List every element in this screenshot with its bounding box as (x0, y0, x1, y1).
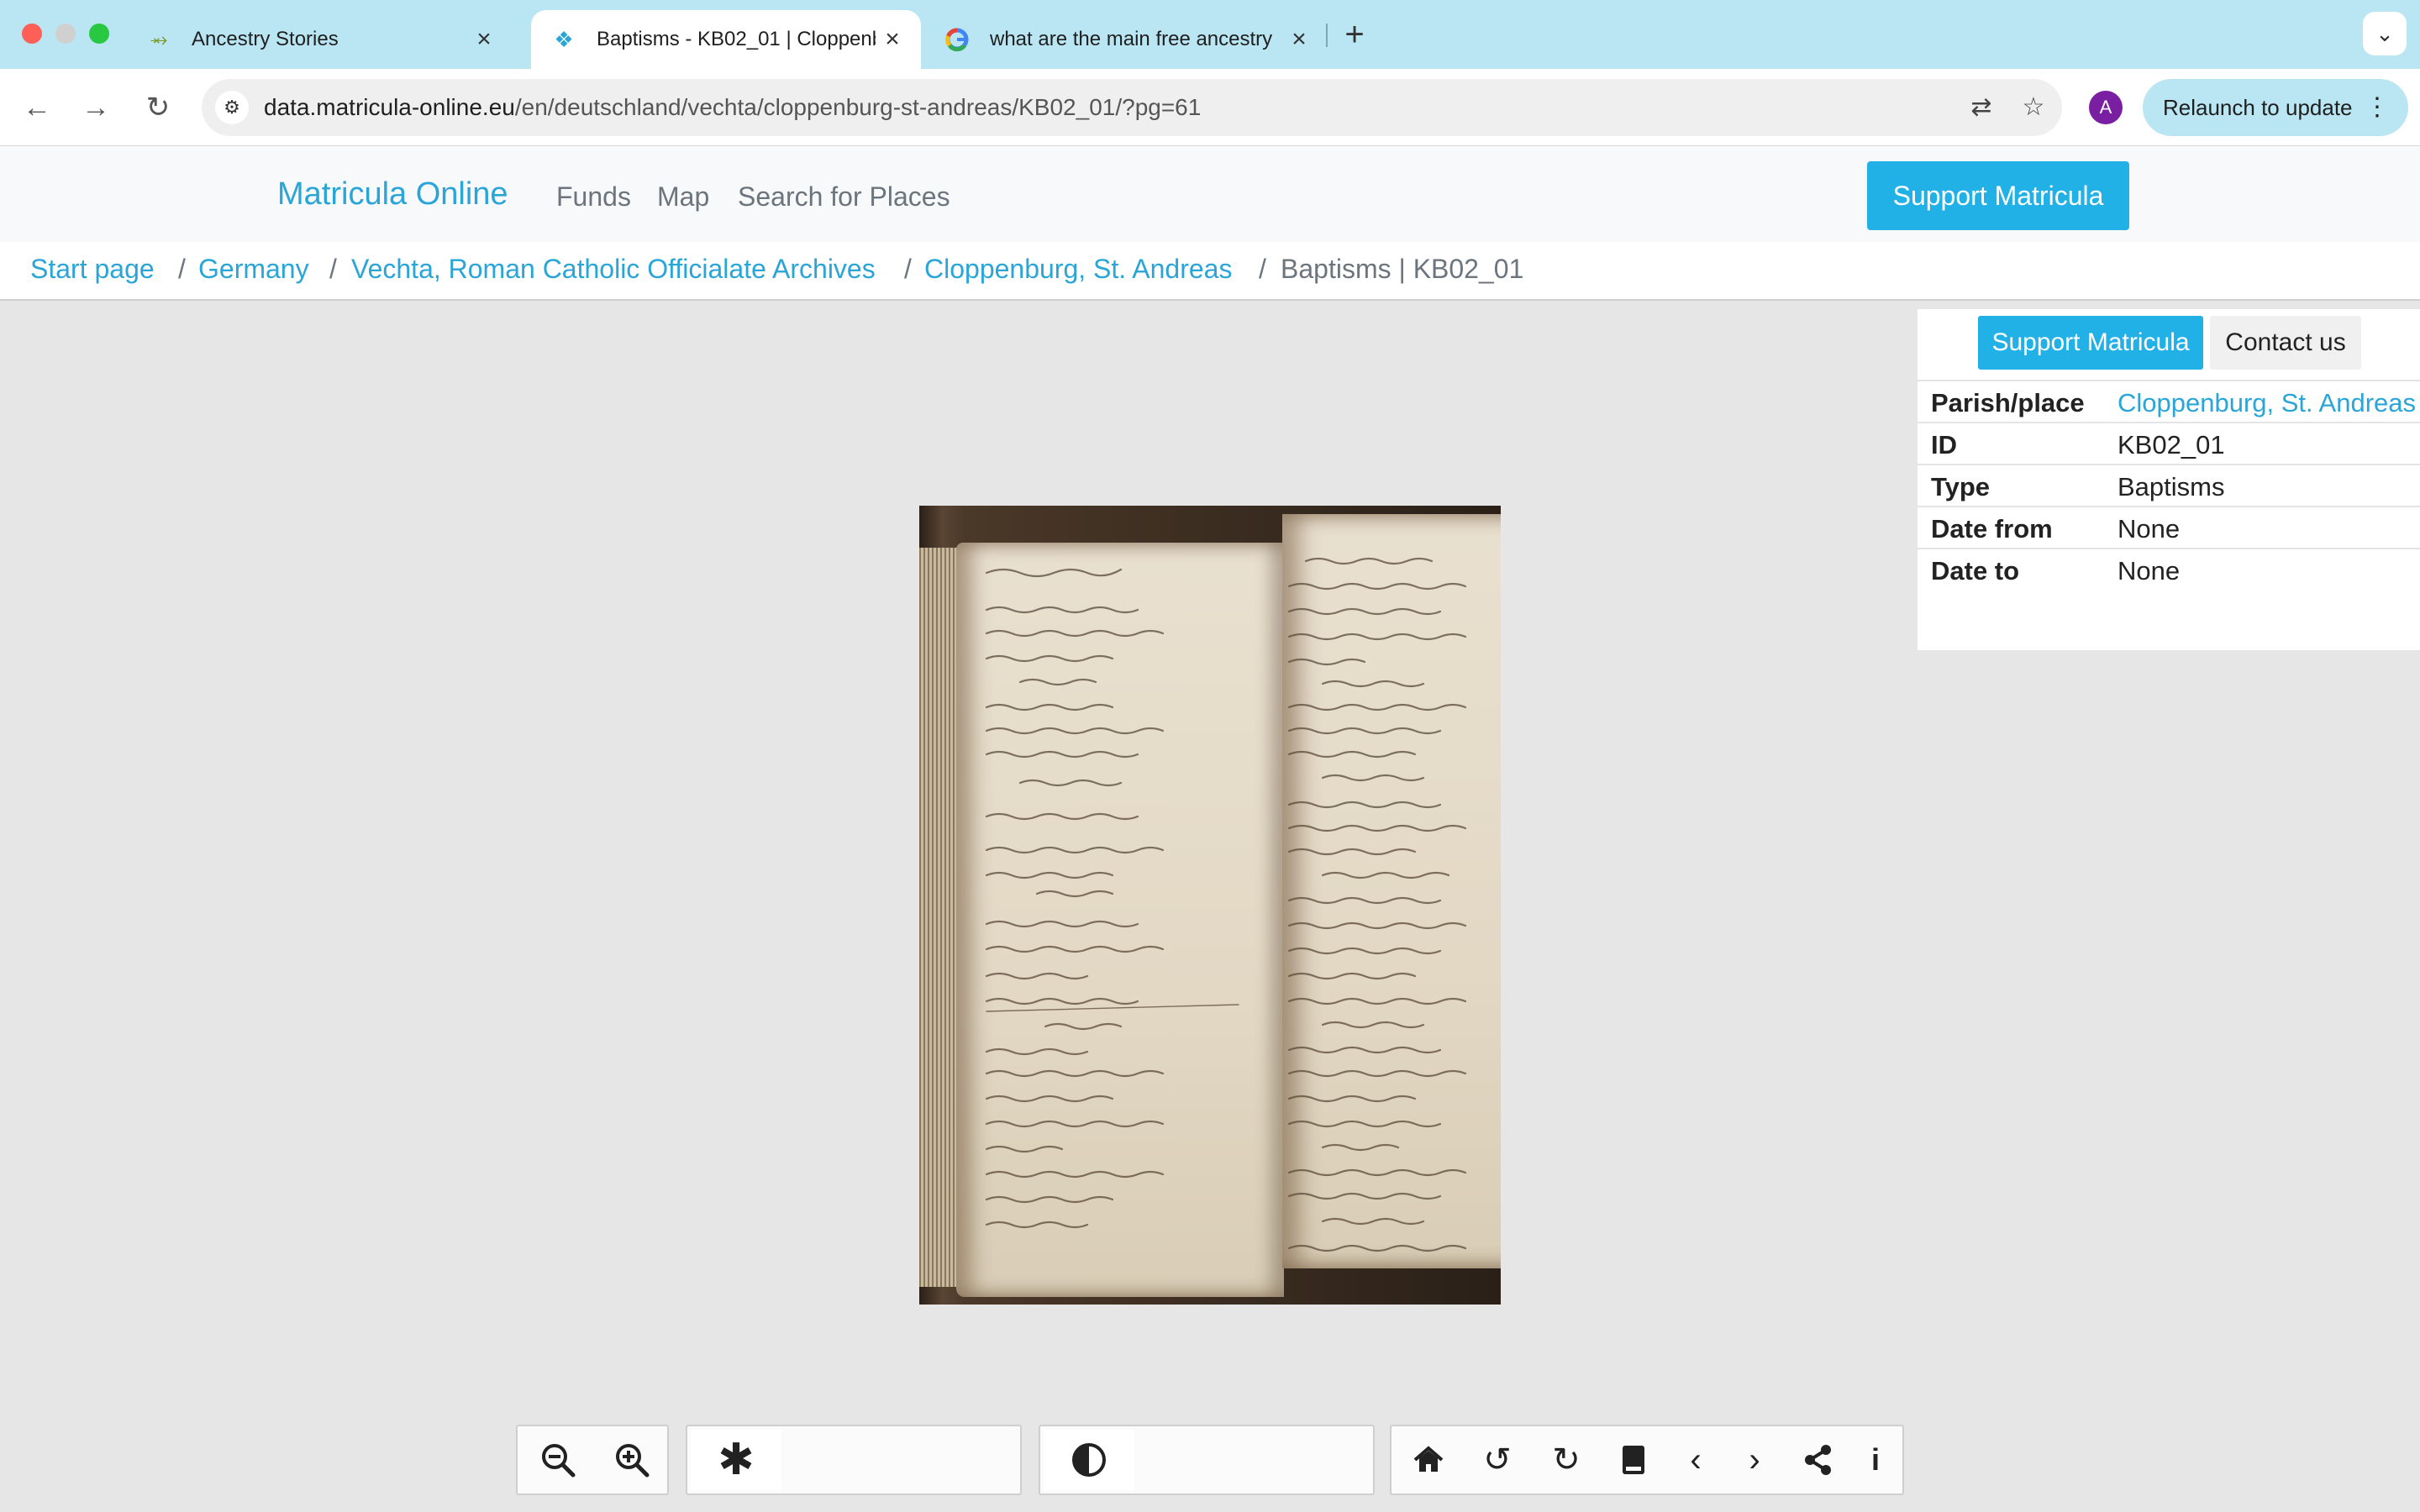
nav-map[interactable]: Map (657, 181, 709, 213)
info-row-parish: Parish/place Cloppenburg, St. Andreas (1918, 380, 2420, 422)
breadcrumb-current: Baptisms | KB02_01 (1281, 254, 1524, 284)
tab-title: what are the main free ancestry (990, 28, 1273, 50)
url-text[interactable]: data.matricula-online.eu/en/deutschland/… (264, 79, 1201, 136)
breadcrumb: Start page / Germany / Vechta, Roman Cat… (0, 242, 2420, 301)
tab-title: Ancestry Stories (192, 28, 339, 50)
address-bar[interactable]: ⚙ data.matricula-online.eu/en/deutschlan… (202, 79, 2062, 136)
window-zoom-button[interactable] (89, 24, 109, 44)
home-icon[interactable] (1407, 1438, 1450, 1482)
bookmark-star-icon[interactable]: ☆ (2017, 91, 2050, 124)
window-minimize-button[interactable] (55, 24, 76, 44)
matricula-icon: ❖ (554, 26, 574, 52)
address-toolbar: ← → ↻ ⚙ data.matricula-online.eu/en/deut… (0, 69, 2420, 146)
handwriting-lines (985, 557, 1467, 1252)
book-icon[interactable] (1612, 1438, 1655, 1482)
breadcrumb-start-page[interactable]: Start page (30, 254, 155, 285)
rotate-right-icon[interactable]: ↻ (1544, 1438, 1588, 1482)
tab-separator (1326, 24, 1328, 47)
translate-icon[interactable]: ⇄ (1965, 91, 1998, 124)
brightness-slider[interactable]: ✱ (686, 1425, 1022, 1495)
contact-us-button[interactable]: Contact us (2210, 316, 2361, 370)
breadcrumb-separator: / (178, 254, 186, 284)
info-key: ID (1931, 430, 1957, 459)
info-row-id: ID KB02_01 (1918, 422, 2420, 464)
info-row-type: Type Baptisms (1918, 464, 2420, 506)
browser-tab-baptisms[interactable]: ❖ Baptisms - KB02_01 | Cloppenburg × (531, 10, 921, 69)
zoom-out-icon[interactable] (536, 1438, 580, 1482)
breadcrumb-separator: / (329, 254, 337, 284)
info-value: None (2118, 514, 2181, 543)
info-key: Date from (1931, 514, 2053, 543)
contrast-slider[interactable] (1039, 1425, 1375, 1495)
browser-tab-bar: ⥇ Ancestry Stories × ❖ Baptisms - KB02_0… (0, 0, 2420, 69)
tab-title: Baptisms - KB02_01 | Cloppenburg (597, 28, 876, 50)
tab-search-chevron-icon[interactable]: ⌄ (2363, 12, 2407, 55)
breadcrumb-separator: / (904, 254, 912, 284)
register-page-scan[interactable] (919, 506, 1501, 1305)
nav-search-for-places[interactable]: Search for Places (738, 181, 950, 213)
share-icon[interactable] (1797, 1438, 1840, 1482)
close-tab-icon[interactable]: × (1282, 25, 1316, 54)
reload-icon[interactable]: ↻ (138, 87, 178, 128)
brand-logo-link[interactable]: Matricula Online (277, 176, 508, 213)
zoom-controls (516, 1425, 669, 1495)
breadcrumb-vechta-archives[interactable]: Vechta, Roman Catholic Officialate Archi… (351, 254, 876, 285)
url-path: /en/deutschland/vechta/cloppenburg-st-an… (514, 94, 1202, 120)
profile-avatar[interactable]: A (2089, 91, 2123, 124)
browser-menu-icon[interactable]: ⋮ (2365, 79, 2390, 136)
new-tab-button[interactable]: + (1338, 15, 1371, 54)
breadcrumb-separator: / (1259, 254, 1266, 284)
zoom-in-icon[interactable] (610, 1438, 654, 1482)
close-tab-icon[interactable]: × (876, 25, 909, 54)
parish-link[interactable]: Cloppenburg, St. Andreas (2118, 388, 2416, 418)
breadcrumb-germany[interactable]: Germany (198, 254, 309, 285)
info-key: Type (1931, 472, 1991, 501)
info-icon[interactable]: i (1854, 1438, 1897, 1482)
forward-arrow-icon[interactable]: → (76, 87, 116, 128)
breadcrumb-cloppenburg[interactable]: Cloppenburg, St. Andreas (924, 254, 1232, 285)
navigation-controls: ↺ ↻ ‹ › i (1390, 1425, 1904, 1495)
info-key: Date to (1931, 556, 2020, 585)
asterisk-icon[interactable]: ✱ (691, 1430, 781, 1490)
previous-icon[interactable]: ‹ (1674, 1438, 1718, 1482)
info-value: KB02_01 (2118, 430, 2225, 459)
nav-funds[interactable]: Funds (556, 181, 631, 213)
site-settings-icon[interactable]: ⚙ (215, 91, 249, 124)
support-matricula-panel-button[interactable]: Support Matricula (1978, 316, 2203, 370)
back-arrow-icon[interactable]: ← (17, 87, 57, 128)
info-value: Baptisms (2118, 472, 2225, 501)
browser-tab-google-search[interactable]: what are the main free ancestry × (924, 10, 1328, 69)
relaunch-label: Relaunch to update (2163, 95, 2353, 120)
close-tab-icon[interactable]: × (467, 25, 501, 54)
contrast-icon[interactable] (1044, 1430, 1134, 1490)
info-value: None (2118, 556, 2181, 585)
window-close-button[interactable] (22, 24, 42, 44)
site-header: Matricula Online Funds Map Search for Pl… (0, 146, 2420, 242)
browser-tab-ancestry-stories[interactable]: ⥇ Ancestry Stories × (126, 10, 513, 69)
relaunch-to-update-button[interactable]: Relaunch to update ⋮ (2143, 79, 2408, 136)
url-host: data.matricula-online.eu (264, 94, 515, 120)
info-row-date-from: Date from None (1918, 506, 2420, 548)
ancestry-leaf-icon: ⥇ (150, 26, 168, 51)
google-g-icon (943, 25, 971, 54)
support-matricula-button[interactable]: Support Matricula (1867, 161, 2129, 230)
record-info-panel: Support Matricula Contact us Parish/plac… (1918, 309, 2420, 650)
rotate-left-icon[interactable]: ↺ (1476, 1438, 1519, 1482)
info-key: Parish/place (1931, 388, 2085, 417)
info-row-date-to: Date to None (1918, 548, 2420, 590)
next-icon[interactable]: › (1733, 1438, 1776, 1482)
